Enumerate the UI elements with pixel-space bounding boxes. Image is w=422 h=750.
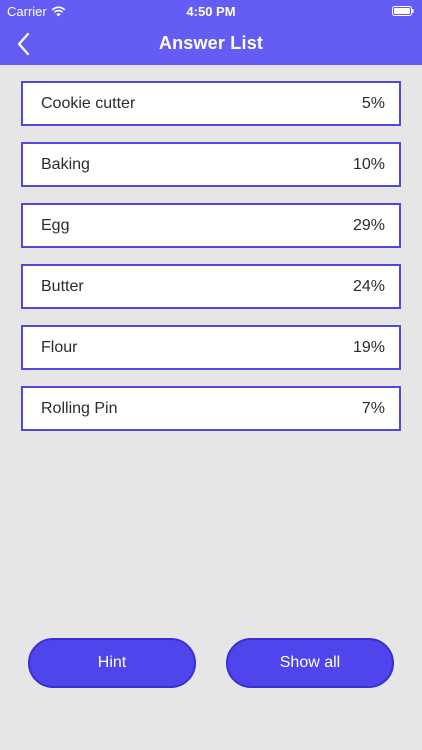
answer-label: Butter xyxy=(41,277,84,295)
answer-row[interactable]: Egg 29% xyxy=(21,203,401,248)
battery-icon xyxy=(392,6,414,16)
answer-percent: 29% xyxy=(352,216,385,234)
answer-label: Rolling Pin xyxy=(41,399,118,417)
answer-row[interactable]: Cookie cutter 5% xyxy=(21,81,401,126)
answer-percent: 19% xyxy=(352,338,385,356)
top-bar: Carrier 4:50 PM Answer List xyxy=(0,0,422,65)
answer-percent: 24% xyxy=(352,277,385,295)
answer-percent: 10% xyxy=(352,155,385,173)
answer-label: Flour xyxy=(41,338,78,356)
answer-list: Cookie cutter 5% Baking 10% Egg 29% Butt… xyxy=(21,81,401,447)
answer-row[interactable]: Baking 10% xyxy=(21,142,401,187)
status-time: 4:50 PM xyxy=(186,4,236,19)
page-title: Answer List xyxy=(158,33,264,53)
status-bar: Carrier 4:50 PM xyxy=(0,0,422,22)
answer-row[interactable]: Flour 19% xyxy=(21,325,401,370)
answer-label: Cookie cutter xyxy=(41,94,136,112)
nav-bar: Answer List xyxy=(0,22,422,65)
show-all-button[interactable]: Show all xyxy=(226,638,394,688)
answer-row[interactable]: Butter 24% xyxy=(21,264,401,309)
answer-label: Egg xyxy=(41,216,70,234)
hint-button[interactable]: Hint xyxy=(28,638,196,688)
answer-row[interactable]: Rolling Pin 7% xyxy=(21,386,401,431)
answer-percent: 5% xyxy=(361,94,385,112)
answer-label: Baking xyxy=(41,155,90,173)
answer-percent: 7% xyxy=(361,399,385,417)
